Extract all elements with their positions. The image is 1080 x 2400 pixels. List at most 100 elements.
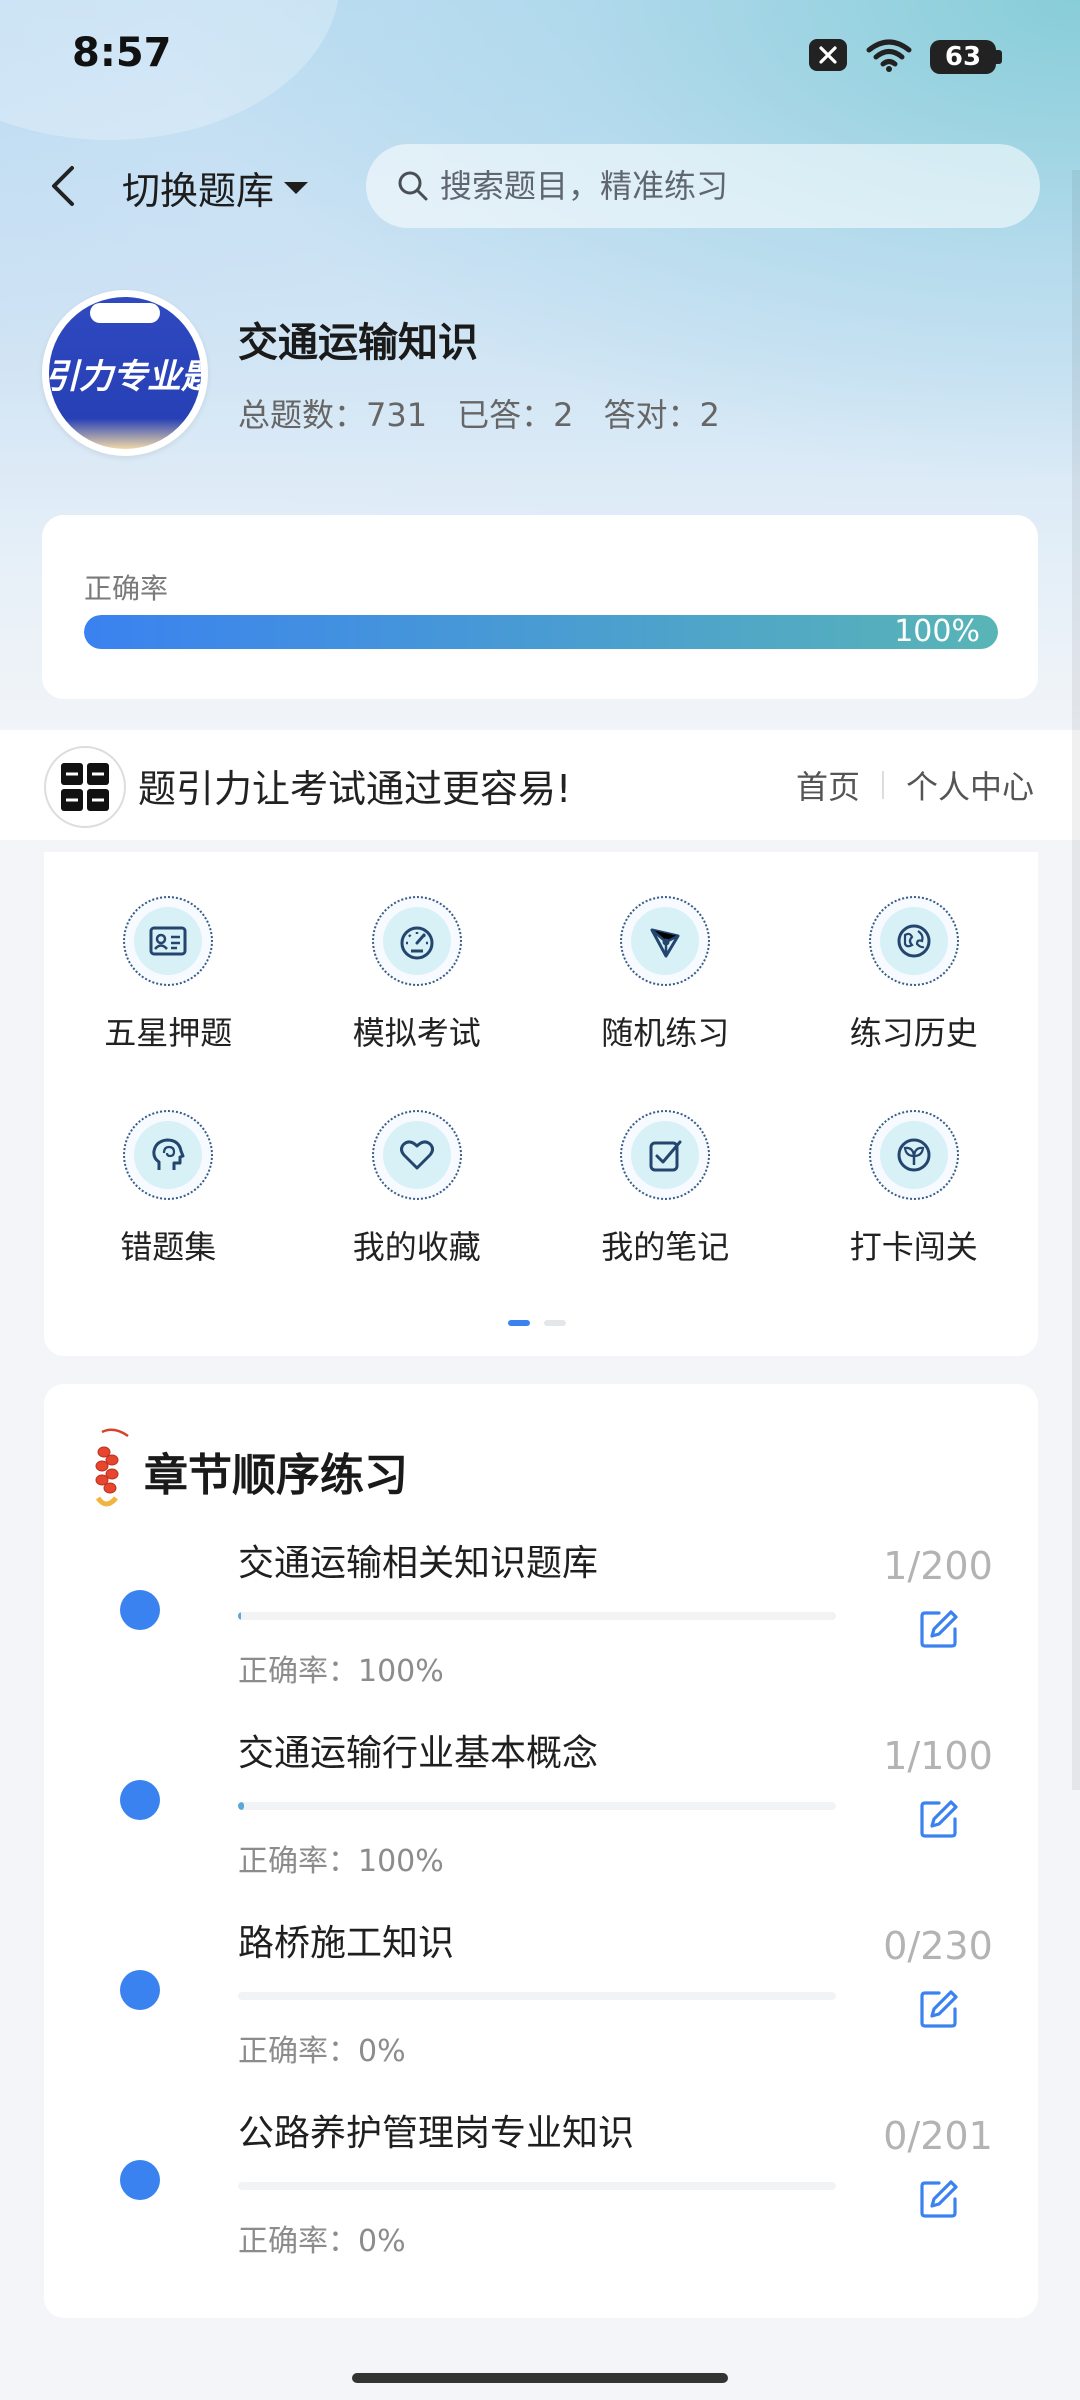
chapter-row[interactable]: 交通运输相关知识题库 正确率：100% 1/200 — [44, 1534, 1038, 1724]
top-bar: 切换题库 — [0, 140, 1080, 230]
feature-label: 打卡闯关 — [849, 1228, 978, 1266]
feature-mock-exam[interactable]: 模拟考试 — [293, 896, 542, 1080]
battery-level: 63 — [930, 40, 996, 74]
chapter-name: 公路养护管理岗专业知识 — [238, 2113, 635, 2154]
profile-link[interactable]: 个人中心 — [906, 762, 1034, 808]
bank-logo-text: 引力专业题 — [49, 357, 201, 397]
link-divider — [881, 771, 884, 799]
feature-check-in[interactable]: 打卡闯关 — [790, 1110, 1039, 1294]
switch-bank-label: 切换题库 — [122, 169, 275, 213]
chapter-bullet — [120, 1590, 160, 1630]
caret-down-icon — [284, 181, 309, 194]
speedometer-icon — [382, 907, 451, 975]
chapter-list: 交通运输相关知识题库 正确率：100% 1/200 交通运输行业基本概念 正确率… — [44, 1534, 1038, 2294]
switch-bank-button[interactable]: 切换题库 — [122, 160, 310, 215]
back-button[interactable] — [38, 156, 88, 216]
chapter-name: 交通运输相关知识题库 — [238, 1543, 599, 1584]
brain-head-icon — [134, 1121, 203, 1189]
chapter-progress-bar — [238, 1992, 836, 2000]
edit-icon[interactable] — [914, 1984, 964, 2034]
feature-random-practice[interactable]: 随机练习 — [541, 896, 790, 1080]
chapter-progress-bar — [238, 1612, 836, 1620]
status-time: 8:57 — [72, 30, 172, 76]
chapter-bullet — [120, 1780, 160, 1820]
feature-grid: 五星押题 模拟考试 随机练习 练习历史 错题集 我的收藏 我的笔记 打卡闯关 — [44, 896, 1038, 1294]
promo-banner: 题引力让考试通过更容易! 首页 个人中心 — [0, 730, 1080, 840]
accuracy-value: 100% — [894, 615, 980, 649]
chapter-bullet — [120, 1970, 160, 2010]
edit-icon[interactable] — [914, 1794, 964, 1844]
stat-answered: 已答：2 — [457, 396, 574, 434]
chapter-count: 1/100 — [883, 1734, 993, 1778]
stat-total: 总题数：731 — [238, 396, 428, 434]
brand-logo — [44, 746, 126, 828]
chapter-bullet — [120, 2160, 160, 2200]
bank-title: 交通运输知识 — [238, 320, 478, 366]
accuracy-label: 正确率 — [84, 572, 169, 605]
sprout-icon — [879, 1121, 948, 1189]
feature-five-star[interactable]: 五星押题 — [44, 896, 293, 1080]
heart-icon — [382, 1121, 451, 1189]
status-bar: 8:57 63 — [0, 0, 1080, 120]
bank-profile: 引力专业题 交通运输知识 总题数：731 已答：2 答对：2 — [42, 290, 992, 460]
chapter-accuracy: 正确率：100% — [238, 1654, 444, 1689]
search-box[interactable] — [366, 144, 1040, 228]
feature-favorites[interactable]: 我的收藏 — [293, 1110, 542, 1294]
checklist-icon — [631, 1121, 700, 1189]
feature-wrong-questions[interactable]: 错题集 — [44, 1110, 293, 1294]
home-link[interactable]: 首页 — [796, 762, 860, 808]
search-input[interactable] — [438, 166, 1002, 206]
feature-grid-card: 五星押题 模拟考试 随机练习 练习历史 错题集 我的收藏 我的笔记 打卡闯关 — [44, 852, 1038, 1356]
chapter-accuracy: 正确率：100% — [238, 1844, 444, 1879]
chapter-name: 路桥施工知识 — [238, 1923, 455, 1964]
feature-practice-history[interactable]: 练习历史 — [790, 896, 1039, 1080]
chapter-progress-fill — [238, 1612, 241, 1620]
chapter-progress-bar — [238, 1802, 836, 1810]
feature-pager — [508, 1320, 566, 1326]
bank-stats: 总题数：731 已答：2 答对：2 — [238, 390, 720, 436]
scrollbar[interactable] — [1072, 170, 1080, 1790]
feature-label: 我的收藏 — [352, 1228, 481, 1266]
chapter-count: 0/230 — [883, 1924, 993, 1968]
chapter-progress-fill — [238, 1802, 244, 1810]
banner-slogan: 题引力让考试通过更容易! — [138, 767, 572, 811]
status-icons: 63 — [808, 38, 1002, 76]
chapter-name: 交通运输行业基本概念 — [238, 1733, 599, 1774]
edit-icon[interactable] — [914, 1604, 964, 1654]
chapter-row[interactable]: 路桥施工知识 正确率：0% 0/230 — [44, 1914, 1038, 2104]
notification-muted-icon — [808, 38, 848, 76]
accuracy-progress-fill — [84, 615, 998, 649]
chapter-accuracy: 正确率：0% — [238, 2224, 406, 2259]
back-arrow-icon — [52, 166, 74, 206]
network-icon — [631, 907, 700, 975]
feature-label: 错题集 — [120, 1228, 217, 1266]
accuracy-progress-bar: 100% — [84, 615, 998, 649]
id-card-icon — [134, 907, 203, 975]
chapter-progress-bar — [238, 2182, 836, 2190]
accuracy-card: 正确率 100% — [42, 515, 1038, 699]
chapter-row[interactable]: 交通运输行业基本概念 正确率：100% 1/100 — [44, 1724, 1038, 1914]
chapter-practice-card: 章节顺序练习 交通运输相关知识题库 正确率：100% 1/200 交通运输行业基… — [44, 1384, 1038, 2318]
chapter-accuracy: 正确率：0% — [238, 2034, 406, 2069]
pager-dot[interactable] — [544, 1320, 566, 1326]
home-gesture-bar[interactable] — [352, 2373, 728, 2383]
feature-label: 模拟考试 — [352, 1014, 481, 1052]
chapter-count: 1/200 — [883, 1544, 993, 1588]
bank-logo: 引力专业题 — [42, 290, 208, 456]
chapter-title: 章节顺序练习 — [144, 1450, 408, 1501]
feature-label: 练习历史 — [849, 1014, 978, 1052]
pager-dot-active[interactable] — [508, 1320, 530, 1326]
edit-icon[interactable] — [914, 2174, 964, 2224]
stat-correct: 答对：2 — [603, 396, 720, 434]
battery-icon: 63 — [930, 40, 1002, 74]
feature-label: 我的笔记 — [601, 1228, 730, 1266]
globe-icon — [879, 907, 948, 975]
banner-links: 首页 个人中心 — [796, 762, 1034, 808]
chapter-header: 章节顺序练习 — [88, 1424, 408, 1518]
search-icon — [396, 169, 430, 203]
chapter-row[interactable]: 公路养护管理岗专业知识 正确率：0% 0/201 — [44, 2104, 1038, 2294]
feature-label: 五星押题 — [104, 1014, 233, 1052]
feature-notes[interactable]: 我的笔记 — [541, 1110, 790, 1294]
feature-label: 随机练习 — [601, 1014, 730, 1052]
firecracker-icon — [88, 1424, 134, 1518]
